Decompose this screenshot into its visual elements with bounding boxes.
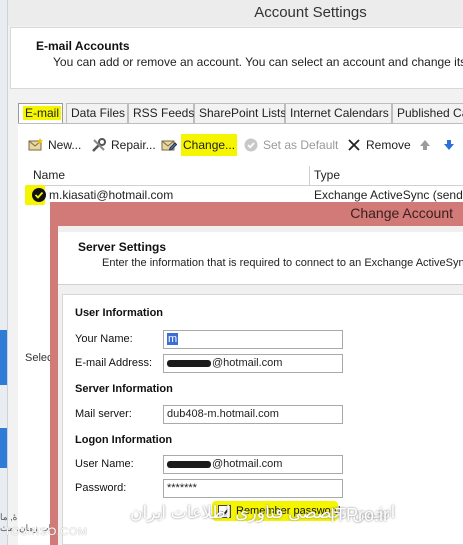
account-name: m.kiasati@hotmail.com xyxy=(49,188,174,202)
email-address-label: E-mail Address: xyxy=(75,357,153,369)
tab-rss-feeds[interactable]: RSS Feeds xyxy=(128,103,194,123)
server-information-heading: Server Information xyxy=(75,383,173,395)
logon-information-heading: Logon Information xyxy=(75,434,173,446)
redacted-scribble xyxy=(167,460,211,468)
column-separator xyxy=(309,166,310,186)
header-subtitle: You can add or remove an account. You ca… xyxy=(53,55,463,69)
strip-accent xyxy=(0,428,7,468)
your-name-value: m xyxy=(167,333,179,345)
remove-button[interactable]: Remove xyxy=(346,134,411,156)
your-name-input[interactable]: m xyxy=(163,330,343,349)
repair-button-label: Repair... xyxy=(111,138,156,152)
user-name-label: User Name: xyxy=(75,458,134,470)
arrow-up-icon xyxy=(420,140,430,150)
change-account-icon xyxy=(161,140,177,151)
email-accounts-header: E-mail Accounts You can add or remove an… xyxy=(10,27,463,89)
your-name-label: Your Name: xyxy=(75,333,133,345)
column-type[interactable]: Type xyxy=(314,168,340,182)
server-settings-title: Server Settings xyxy=(78,240,167,254)
move-down-button[interactable] xyxy=(442,134,456,156)
email-address-input[interactable]: @hotmail.com xyxy=(163,354,343,373)
tab-sharepoint-lists[interactable]: SharePoint Lists xyxy=(194,103,287,123)
password-input[interactable]: ******* xyxy=(163,479,343,498)
checkmark-circle-icon xyxy=(244,138,258,152)
change-account-dialog: Change Account Server Settings Enter the… xyxy=(50,202,463,545)
email-address-value: @hotmail.com xyxy=(212,357,283,369)
set-default-button-label: Set as Default xyxy=(263,138,339,152)
redacted-scribble xyxy=(167,359,211,367)
mail-server-value: dub408-m.hotmail.com xyxy=(167,408,279,420)
password-value: ******* xyxy=(167,482,197,494)
accounts-list-header: Name Type xyxy=(28,166,463,186)
dialog-title: Change Account xyxy=(350,205,453,221)
remove-button-label: Remove xyxy=(366,138,411,152)
repair-icon xyxy=(92,138,106,152)
password-label: Password: xyxy=(75,482,127,494)
header-title: E-mail Accounts xyxy=(36,39,130,53)
selected-account-label: Selec xyxy=(25,352,53,364)
repair-button[interactable]: Repair... xyxy=(91,134,157,156)
change-button-label: Change... xyxy=(181,134,238,156)
watermark-right: ITPro.ir xyxy=(330,505,390,525)
tab-label: Data Files xyxy=(71,106,126,120)
user-name-value: @hotmail.com xyxy=(212,458,283,470)
tab-label: RSS Feeds xyxy=(133,106,195,120)
tab-email[interactable]: E-mail xyxy=(18,103,63,123)
remove-x-icon xyxy=(348,139,360,151)
new-button[interactable]: New... xyxy=(28,134,84,156)
left-app-strip xyxy=(0,0,8,545)
new-button-label: New... xyxy=(48,138,82,152)
move-up-button[interactable] xyxy=(418,134,432,156)
set-default-button[interactable]: Set as Default xyxy=(243,134,339,156)
tab-internet-calendars[interactable]: Internet Calendars xyxy=(285,103,392,123)
strip-accent xyxy=(0,330,7,385)
user-name-input[interactable]: @hotmail.com xyxy=(163,455,343,474)
dialog-client-area: Server Settings Enter the information th… xyxy=(58,226,463,545)
account-type: Exchange ActiveSync (send fro xyxy=(314,188,463,202)
tab-label: E-mail xyxy=(23,106,62,120)
tab-label: SharePoint Lists xyxy=(199,106,287,120)
dialog-title-bar: Change Account xyxy=(50,202,463,226)
column-name[interactable]: Name xyxy=(33,168,65,182)
server-settings-subtitle: Enter the information that is required t… xyxy=(102,257,463,269)
new-account-icon xyxy=(28,138,43,151)
server-settings-header: Server Settings Enter the information th… xyxy=(58,232,463,285)
watermark-left: TOSINSO.COM xyxy=(4,526,88,538)
arrow-down-icon xyxy=(444,140,454,150)
mail-server-label: Mail server: xyxy=(75,408,132,420)
tab-label: Internet Calendars xyxy=(290,106,389,120)
tab-data-files[interactable]: Data Files xyxy=(66,103,128,123)
tab-label: Published Ca xyxy=(397,106,463,120)
window-title-bar: Account Settings xyxy=(8,0,463,26)
user-information-heading: User Information xyxy=(75,307,164,319)
change-button[interactable]: Change... xyxy=(161,134,238,156)
window-title: Account Settings xyxy=(254,4,367,21)
default-account-icon xyxy=(32,188,46,202)
tab-published-calendars[interactable]: Published Ca xyxy=(392,103,463,123)
mail-server-input[interactable]: dub408-m.hotmail.com xyxy=(163,405,343,424)
